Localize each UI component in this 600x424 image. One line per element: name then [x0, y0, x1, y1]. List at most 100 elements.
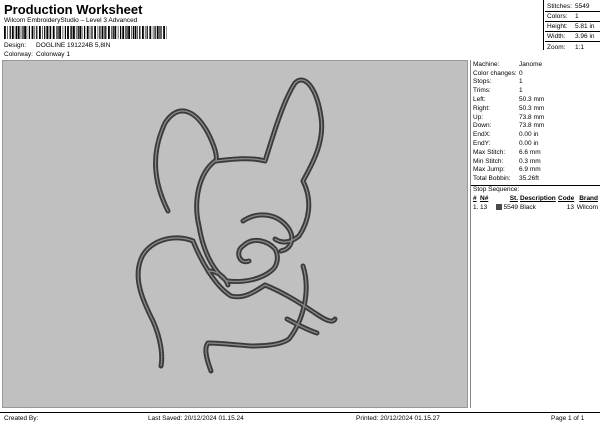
embroidery-design-preview: [135, 77, 338, 374]
barcode-bar: [59, 26, 61, 39]
page-number: Page 1 of 1: [551, 415, 585, 422]
row-brand: Wilcom: [576, 204, 598, 212]
machine-label: Color changes:: [473, 69, 517, 77]
barcode-bar: [131, 26, 132, 39]
machine-value: 1: [519, 78, 523, 86]
barcode-bar: [28, 26, 30, 39]
barcode-bar: [154, 26, 156, 39]
machine-row: Right: 50.3 mm: [471, 104, 600, 113]
barcode-bar: [126, 26, 128, 39]
barcode-bar: [44, 26, 46, 39]
barcode-bar: [94, 26, 96, 39]
stat-row: Zoom: 1:1: [545, 42, 600, 52]
barcode-bar: [73, 26, 75, 39]
design-label: Design:: [4, 42, 27, 49]
stats-divider: [543, 0, 544, 50]
stat-label: Height:: [547, 23, 568, 30]
barcode-bar: [86, 26, 89, 39]
barcode-bar: [42, 26, 43, 39]
machine-row: Min Stitch: 0.3 mm: [471, 157, 600, 166]
col-code: Code: [558, 195, 575, 203]
machine-label: Down:: [473, 122, 492, 130]
barcode-bar: [34, 26, 36, 39]
stat-label: Width:: [547, 33, 566, 40]
row-code: 13: [566, 204, 574, 212]
barcode-bar: [26, 26, 28, 39]
machine-row: EndX: 0.00 in: [471, 130, 600, 139]
row-stitches: 5549: [490, 204, 520, 211]
col-description: Description: [520, 195, 556, 203]
barcode-bar: [48, 26, 50, 39]
machine-row: Max Jump: 6.9 mm: [471, 166, 600, 175]
machine-row: Max Stitch: 6.6 mm: [471, 148, 600, 157]
barcode-bar: [57, 26, 59, 39]
barcode-bar: [70, 26, 71, 39]
color-swatch: [495, 204, 502, 211]
barcode-bar: [105, 26, 107, 39]
stat-label: Colors:: [547, 13, 568, 20]
machine-row: Color changes: 0: [471, 69, 600, 78]
barcode-bar: [101, 26, 104, 39]
machine-row: Machine: Janome: [471, 60, 600, 69]
barcode-bar: [4, 26, 6, 39]
machine-label: EndY:: [473, 140, 491, 148]
barcode-bar: [137, 26, 138, 39]
machine-value: 1: [519, 87, 523, 95]
machine-label: EndX:: [473, 131, 491, 139]
worksheet-header: Production Worksheet Wilcom EmbroiderySt…: [0, 0, 600, 60]
stat-value: 1:1: [575, 43, 585, 51]
barcode-bar: [36, 26, 38, 39]
barcode-bar: [120, 26, 122, 39]
machine-info-panel: Machine: Janome Color changes: 0 Stops: 1 T…: [470, 60, 600, 408]
barcode-bar: [64, 26, 66, 39]
stat-value: 5549: [575, 3, 590, 10]
row-stitch-count: 5549: [503, 204, 518, 212]
last-saved: Last Saved: 20/12/2024 01.15.24: [148, 415, 244, 422]
machine-value: 50.3 mm: [519, 104, 545, 112]
machine-row: Stops: 1: [471, 78, 600, 87]
row-index: 1.: [473, 204, 479, 212]
machine-value: 0: [519, 69, 523, 77]
barcode-bar: [149, 26, 152, 39]
col-brand: Brand: [579, 195, 598, 203]
machine-value: 35.26ft: [519, 175, 539, 183]
dog-body-left: [135, 235, 196, 369]
stat-label: Zoom:: [547, 43, 566, 51]
barcode-bar: [125, 26, 126, 39]
design-preview-canvas[interactable]: [2, 60, 468, 408]
barcode-bar: [67, 26, 69, 39]
machine-value: 0.00 in: [519, 131, 539, 139]
barcode-bar: [163, 26, 165, 39]
machine-label: Up:: [473, 113, 484, 121]
stat-row: Width: 3.96 in: [545, 32, 600, 42]
machine-value: 73.8 mm: [519, 113, 545, 121]
barcode-bar: [160, 26, 162, 39]
machine-value: Janome: [519, 60, 543, 68]
machine-row: Trims: 1: [471, 86, 600, 95]
barcode-bar: [84, 26, 86, 39]
machine-label: Machine:: [473, 60, 500, 68]
colorway-value: Colonway 1: [36, 51, 70, 58]
colorway-label: Colorway:: [4, 51, 33, 58]
barcode-bar: [79, 26, 82, 39]
printed-date: Printed: 20/12/2024 01.15.27: [356, 415, 440, 422]
barcode-bar: [99, 26, 101, 39]
machine-row: EndY: 0.00 in: [471, 139, 600, 148]
barcode-bar: [134, 26, 137, 39]
colorway-row: Colorway: Colonway 1: [4, 51, 70, 58]
barcode-bar: [144, 26, 146, 39]
dog-head-outline: [153, 77, 325, 245]
barcode-bar: [7, 26, 8, 39]
barcode-bar: [132, 26, 134, 39]
barcode: [4, 26, 167, 39]
machine-value: 73.8 mm: [519, 122, 545, 130]
machine-value: 6.6 mm: [519, 148, 541, 156]
machine-label: Left:: [473, 96, 486, 104]
design-row: Design: DOGLINE 191224B 5,8IN: [4, 42, 110, 49]
barcode-bar: [39, 26, 41, 39]
machine-value: 0.00 in: [519, 140, 539, 148]
machine-label: Min Stitch:: [473, 157, 504, 165]
stop-sequence-header: # N# St. Description Code Brand: [471, 194, 600, 203]
row-needle: 13: [480, 204, 488, 212]
machine-label: Stops:: [473, 78, 492, 86]
